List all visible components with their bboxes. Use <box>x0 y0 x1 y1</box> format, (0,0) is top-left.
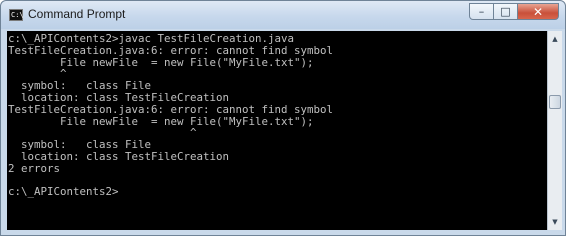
window-title: Command Prompt <box>28 7 126 21</box>
console-text: c:\_APIContents2>javac TestFileCreation.… <box>7 31 547 198</box>
vertical-scrollbar[interactable]: ▲ ▼ <box>547 31 562 230</box>
minimize-button[interactable]: – <box>469 3 494 20</box>
console-line: 2 errors <box>8 161 61 175</box>
window-controls: – □ ✕ <box>469 3 559 21</box>
console-output[interactable]: c:\_APIContents2>javac TestFileCreation.… <box>7 31 547 230</box>
minimize-icon: – <box>478 5 485 18</box>
console-line: c:\_APIContents2> <box>8 185 119 199</box>
close-icon: ✕ <box>532 4 544 19</box>
title-bar[interactable]: C:\ Command Prompt – □ ✕ <box>1 1 565 29</box>
scroll-down-button[interactable]: ▼ <box>548 214 562 230</box>
chevron-down-icon: ▼ <box>552 218 558 226</box>
scroll-up-button[interactable]: ▲ <box>548 31 562 47</box>
scrollbar-thumb[interactable] <box>549 95 561 109</box>
close-button[interactable]: ✕ <box>517 3 559 20</box>
command-prompt-icon[interactable]: C:\ <box>9 9 24 21</box>
chevron-up-icon: ▲ <box>552 35 558 43</box>
maximize-button[interactable]: □ <box>493 3 518 20</box>
command-prompt-window: C:\ Command Prompt – □ ✕ c:\_APIContents… <box>0 0 566 236</box>
maximize-icon: □ <box>500 5 511 18</box>
